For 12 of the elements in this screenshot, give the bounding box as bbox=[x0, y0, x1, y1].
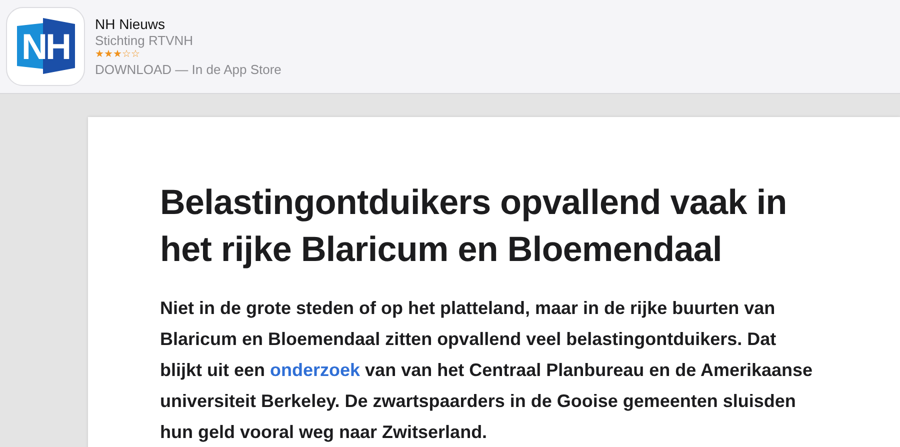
star-icon: ★ bbox=[113, 49, 122, 61]
star-icon: ☆ bbox=[122, 49, 131, 61]
app-icon[interactable]: NH bbox=[6, 7, 85, 86]
app-publisher: Stichting RTVNH bbox=[95, 33, 194, 48]
article-title: Belastingontduikers opvallend vaak in het rijke Blaricum en Bloemendaal bbox=[160, 182, 788, 271]
download-link[interactable]: DOWNLOAD — In de App Store bbox=[95, 62, 282, 77]
star-icon: ☆ bbox=[131, 49, 140, 61]
app-name: NH Nieuws bbox=[95, 16, 166, 32]
research-link[interactable]: onderzoek bbox=[270, 360, 360, 380]
article-intro: Niet in de grote steden of op het platteland, maar in de rijke buurten van Blaricum en Bloemendaal zitten opvallend veel belastingontduikers. Dat blijkt uit een onderzoek van van het Centraal Planbureau en de Amerikaanse universiteit Berkeley. De zwartspaarders in de Gooise gemeenten sluisden hun geld vooral weg naar Zwitserland. bbox=[160, 297, 814, 444]
star-icon: ★ bbox=[95, 49, 104, 61]
star-icon: ★ bbox=[104, 49, 113, 61]
